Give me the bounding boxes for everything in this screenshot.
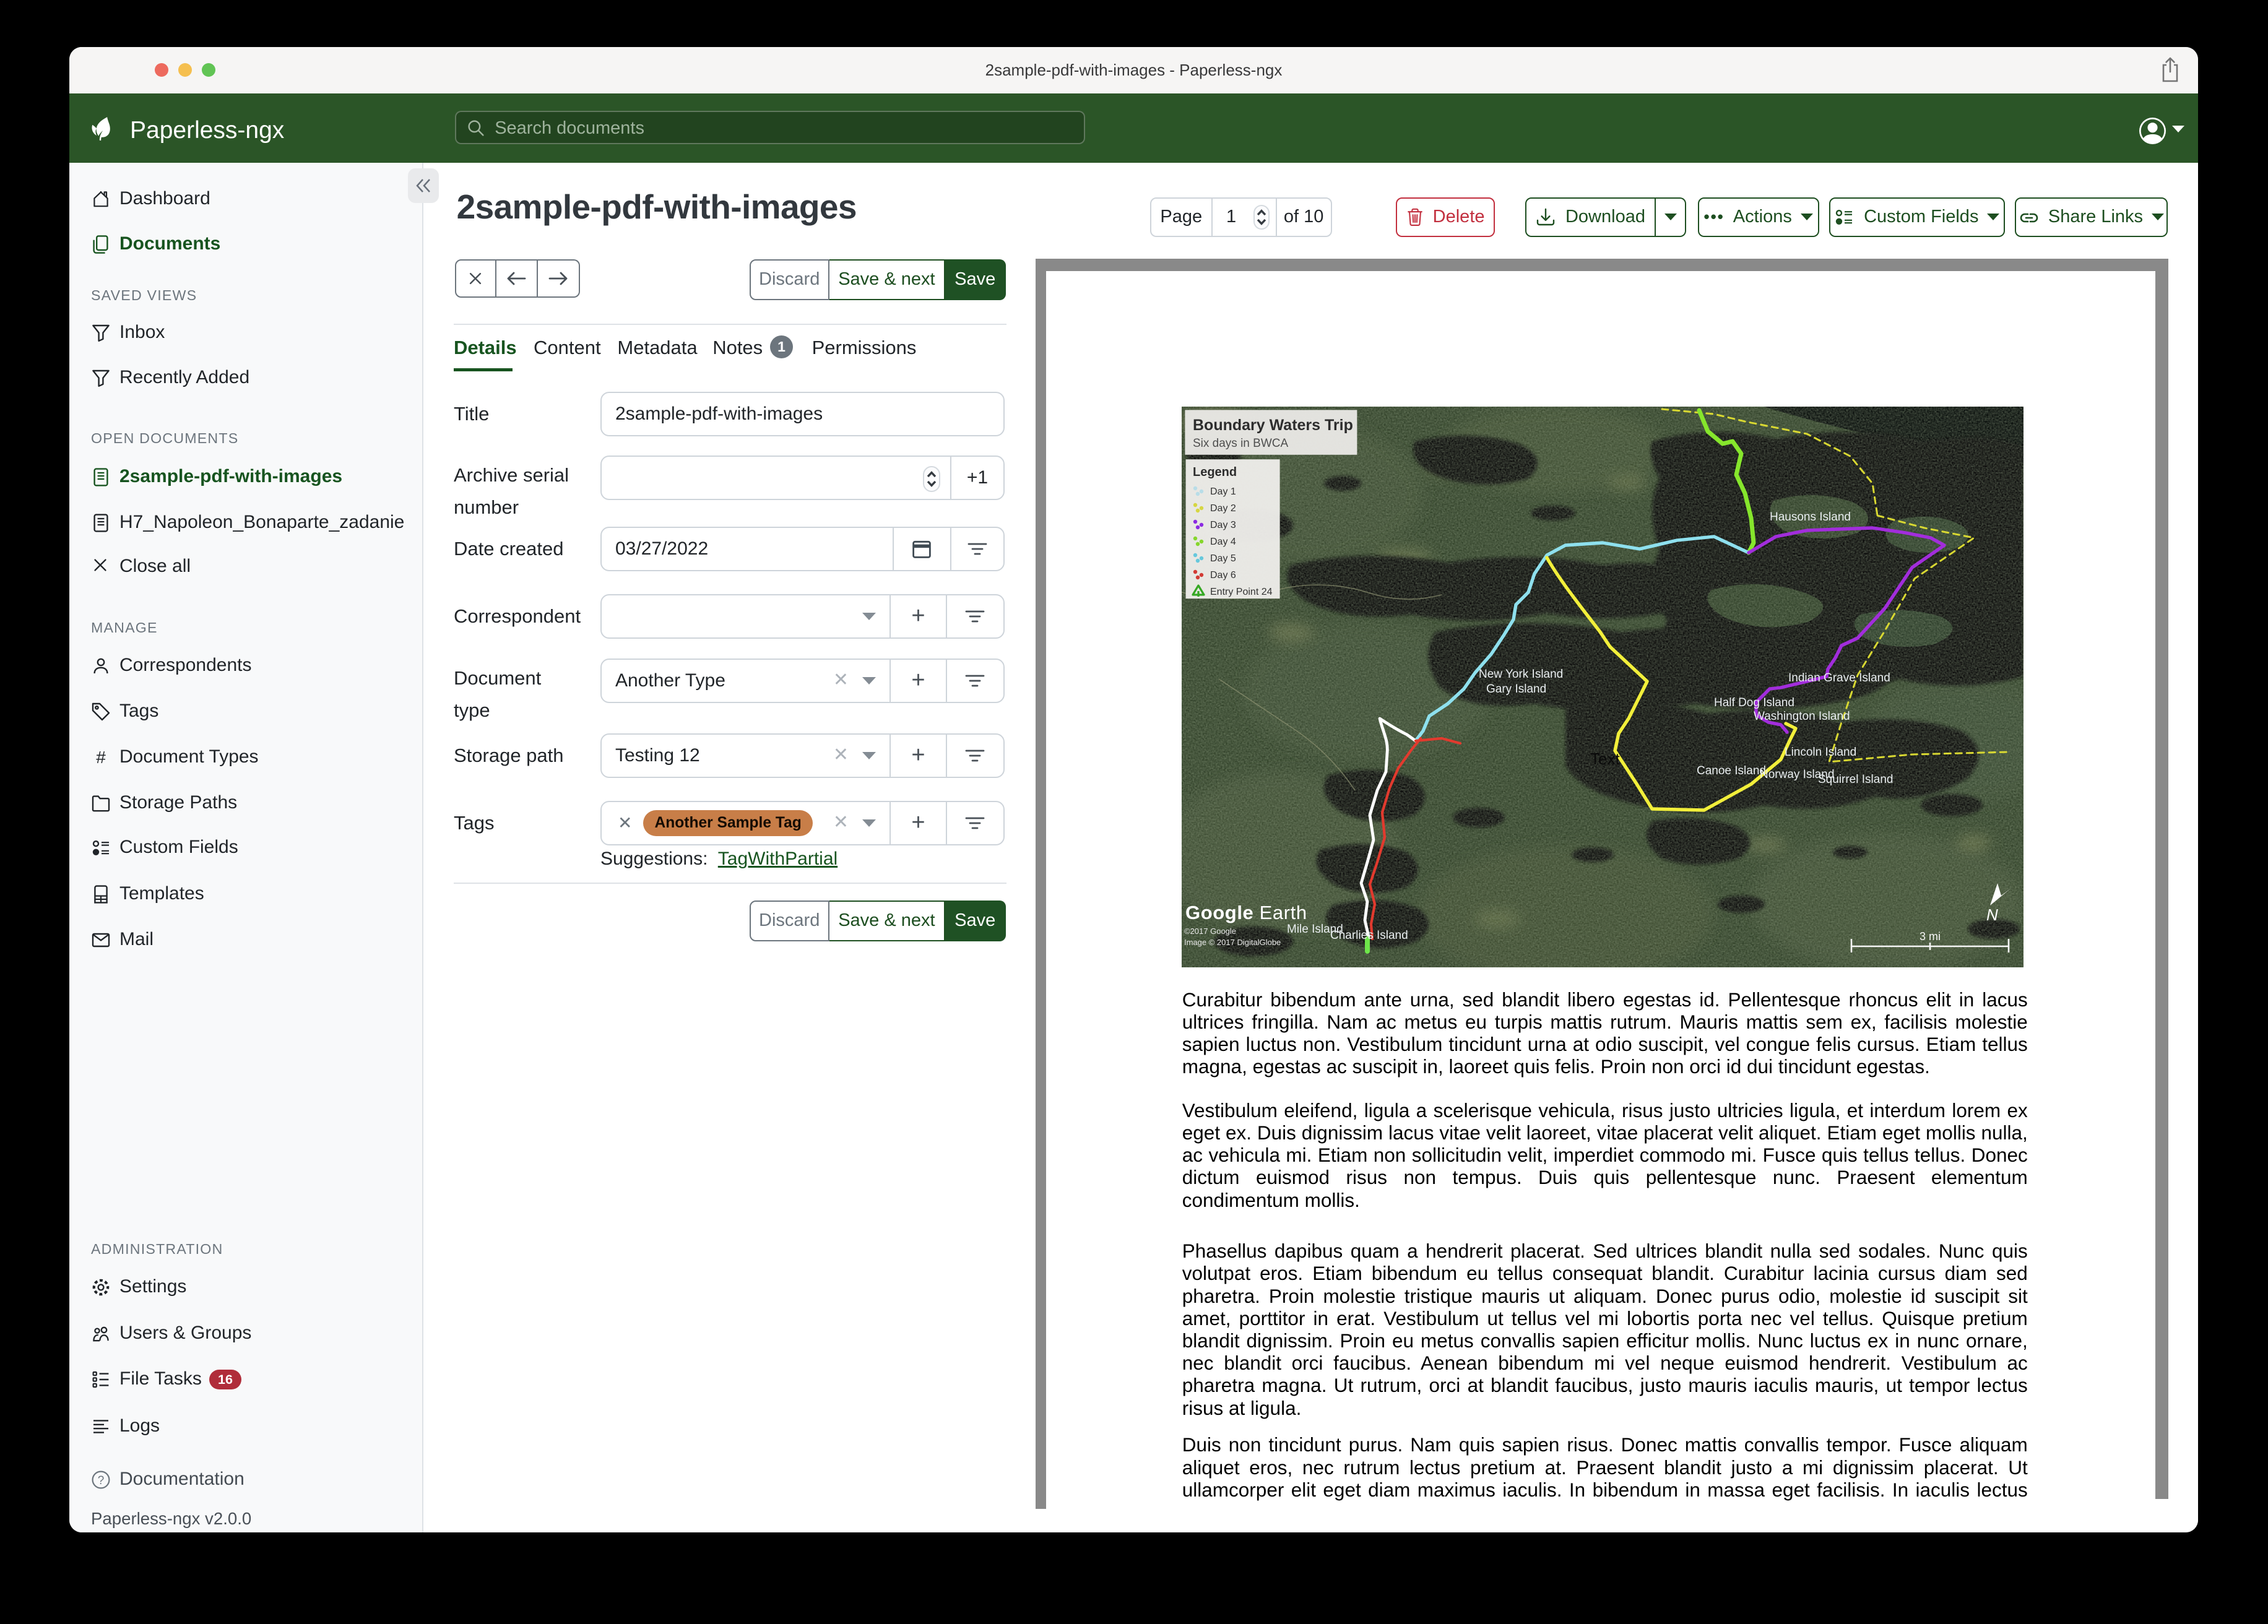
svg-text:3 mi: 3 mi [1920, 930, 1941, 943]
svg-text:©2017 Google: ©2017 Google [1184, 926, 1236, 936]
svg-text:N: N [1986, 905, 1998, 924]
svg-text:Day 3: Day 3 [1210, 520, 1236, 530]
svg-text:Text: Text [1590, 749, 1620, 768]
svg-text:Image © 2017 DigitalGlobe: Image © 2017 DigitalGlobe [1184, 938, 1281, 947]
svg-text:Charlies Island: Charlies Island [1330, 929, 1408, 942]
svg-text:Canoe Island: Canoe Island [1697, 764, 1766, 777]
svg-text:Day 2: Day 2 [1210, 503, 1236, 514]
svg-text:Washington Island: Washington Island [1754, 710, 1850, 723]
svg-text:Six days in BWCA: Six days in BWCA [1193, 437, 1288, 450]
svg-text:Boundary Waters Trip: Boundary Waters Trip [1193, 417, 1353, 434]
svg-text:Entry Point 24: Entry Point 24 [1210, 587, 1273, 597]
svg-text:Squirrel Island: Squirrel Island [1818, 773, 1893, 786]
svg-text:Indian Grave Island: Indian Grave Island [1788, 672, 1890, 685]
svg-text:Half Dog Island: Half Dog Island [1714, 696, 1794, 709]
svg-text:Day 6: Day 6 [1210, 570, 1236, 581]
svg-text:Legend: Legend [1193, 465, 1237, 479]
svg-text:#: # [96, 748, 106, 767]
svg-text:Hausons Island: Hausons Island [1770, 511, 1851, 524]
svg-text:Day 1: Day 1 [1210, 486, 1236, 497]
svg-text:?: ? [98, 1474, 105, 1487]
svg-text:Day 4: Day 4 [1210, 537, 1236, 547]
svg-text:Lincoln Island: Lincoln Island [1785, 746, 1856, 759]
svg-text:Google Earth: Google Earth [1185, 902, 1307, 923]
svg-text:Gary Island: Gary Island [1486, 683, 1546, 696]
svg-text:Day 5: Day 5 [1210, 553, 1236, 564]
svg-text:New York Island: New York Island [1479, 668, 1563, 681]
